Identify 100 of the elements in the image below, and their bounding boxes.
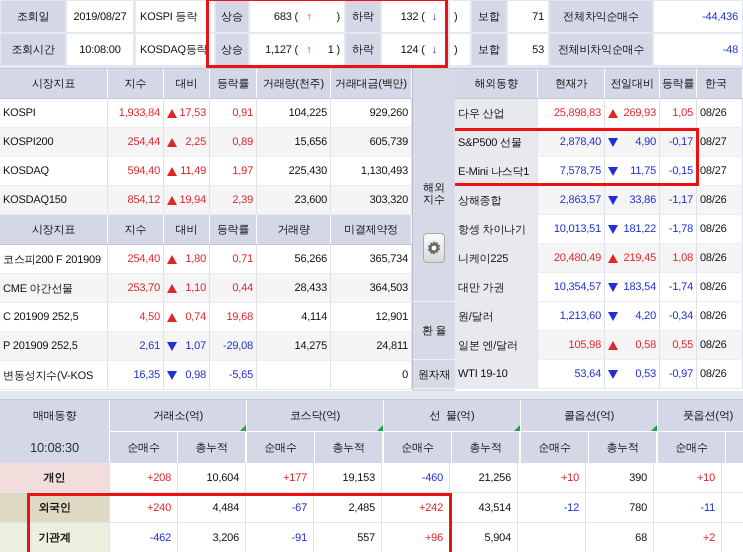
table-cell: 365,734 <box>331 245 412 273</box>
index-name: 항셍 차이나기 <box>455 215 538 243</box>
column-header: 순매수 <box>658 432 726 463</box>
index-name: 일본 엔/달러 <box>455 331 538 359</box>
table-cell: 2,878,40 <box>538 128 605 156</box>
column-header: 거래량 <box>257 215 331 244</box>
decline-count: 132 ( <box>400 10 425 22</box>
table-cell: 15,656 <box>257 128 331 156</box>
table-cell: 08/26 <box>697 273 743 301</box>
index-name: 코스피200 F 201909 <box>0 245 108 273</box>
table-cell: 2,61 <box>108 332 164 360</box>
table-cell: -5,65 <box>210 361 257 389</box>
table-cell: 2,39 <box>210 186 257 214</box>
advance-count: 1,127 ( <box>264 44 298 56</box>
table-cell: 23,600 <box>257 186 331 214</box>
limit-up-count: 1 ) <box>326 44 340 56</box>
time-label: 10:08:30 <box>30 440 79 455</box>
up-arrow: ↑ <box>305 10 313 22</box>
settings-icon <box>426 240 442 256</box>
column-header: 해외동향 <box>455 69 538 98</box>
table-cell: 253,70 <box>108 274 164 302</box>
table-cell: 929,260 <box>331 99 412 127</box>
table-cell: 0,89 <box>210 128 257 156</box>
group-header: 거래소(억) <box>110 400 246 432</box>
table-cell: 1,07 <box>164 332 210 360</box>
unchanged-label: 보합 <box>472 1 506 32</box>
table-cell: 2,25 <box>164 128 210 156</box>
table-cell: 10,604 <box>178 463 246 492</box>
table-cell: +96 <box>382 523 450 552</box>
column-header: 총누적 <box>452 432 520 463</box>
column-header: 등락률 <box>660 69 697 98</box>
table-cell: 19,94 <box>164 186 210 214</box>
field-label: 조회시간 <box>1 34 65 65</box>
index-name: CME 야간선물 <box>0 274 108 302</box>
table-cell: 4,484 <box>178 493 246 522</box>
market-label: KOSDAQ등락 <box>136 34 214 65</box>
table-cell: 181,22 <box>605 215 660 243</box>
table-cell: -0,97 <box>660 360 697 388</box>
section-title: 매매동향 <box>32 409 76 424</box>
group-header: 선 물(억) <box>384 400 520 432</box>
table-cell: 2,863,57 <box>538 186 605 214</box>
table-cell: 390 <box>586 463 654 492</box>
index-name: E-Mini 나스닥1 <box>455 157 538 185</box>
table-cell: -1,78 <box>660 215 697 243</box>
table-cell: 1,130,493 <box>331 157 412 185</box>
column-header: 시장지표 <box>0 215 108 244</box>
table-cell: 269,93 <box>605 99 660 127</box>
settings-button[interactable] <box>423 233 445 263</box>
table-cell: 219,45 <box>605 244 660 272</box>
table-cell: 21,256 <box>450 463 518 492</box>
index-name: WTI 19-10 <box>455 360 538 388</box>
table-cell: -460 <box>382 463 450 492</box>
section-label: 환 율 <box>422 324 446 338</box>
index-name: 다우 산업 <box>455 99 538 127</box>
corner-triangle-icon <box>377 425 383 431</box>
advance-count: 683 ( <box>272 10 298 22</box>
table-cell: 20,480,49 <box>538 244 605 272</box>
table-cell: 68 <box>586 523 654 552</box>
table-cell: -67 <box>246 493 314 522</box>
table-cell: 08/26 <box>697 331 743 359</box>
table-cell: 303,320 <box>331 186 412 214</box>
column-header: 순매수 <box>247 432 315 463</box>
table-cell: 1,933,84 <box>108 99 164 127</box>
section-label: 원자재 <box>418 368 450 382</box>
table-cell: 56,266 <box>257 245 331 273</box>
table-cell: -1,74 <box>660 273 697 301</box>
column-header: 등락률 <box>210 69 257 98</box>
table-cell: 105,98 <box>538 331 605 359</box>
index-name: P 201909 252,5 <box>0 332 108 360</box>
index-name: 니케이225 <box>455 244 538 272</box>
arbitrage-label: 전체차익순매수 <box>550 1 652 32</box>
market-label: KOSPI 등락 <box>136 1 214 32</box>
table-cell: 364,503 <box>331 274 412 302</box>
field-value: 10:08:00 <box>67 34 133 65</box>
column-header: 지수 <box>108 215 164 244</box>
down-arrow: ↓ <box>430 44 438 56</box>
corner-triangle-icon <box>514 425 520 431</box>
table-cell: 557 <box>314 523 382 552</box>
table-cell: 0,74 <box>164 303 210 331</box>
table-cell: 1,05 <box>660 99 697 127</box>
table-cell: 08/26 <box>697 99 743 127</box>
table-cell: 0,55 <box>660 331 697 359</box>
table-cell: 4,50 <box>108 303 164 331</box>
table-cell: +177 <box>246 463 314 492</box>
table-cell: 254,40 <box>108 245 164 273</box>
table-cell: +240 <box>110 493 178 522</box>
column-header: 거래대금(백만) <box>331 69 412 98</box>
table-cell: 19,153 <box>314 463 382 492</box>
table-cell: 183,54 <box>605 273 660 301</box>
table-cell: 53,64 <box>538 360 605 388</box>
table-cell: 0,98 <box>164 361 210 389</box>
table-cell: 43,514 <box>450 493 518 522</box>
table-cell: -29,08 <box>210 332 257 360</box>
table-cell: 7,578,75 <box>538 157 605 185</box>
table-cell: 11,49 <box>164 157 210 185</box>
index-name: KOSDAQ150 <box>0 186 108 214</box>
column-header: 한국 <box>697 69 743 98</box>
table-cell: 0,58 <box>605 331 660 359</box>
group-header: 코스닥(억) <box>247 400 383 432</box>
index-name: 대만 가권 <box>455 273 538 301</box>
